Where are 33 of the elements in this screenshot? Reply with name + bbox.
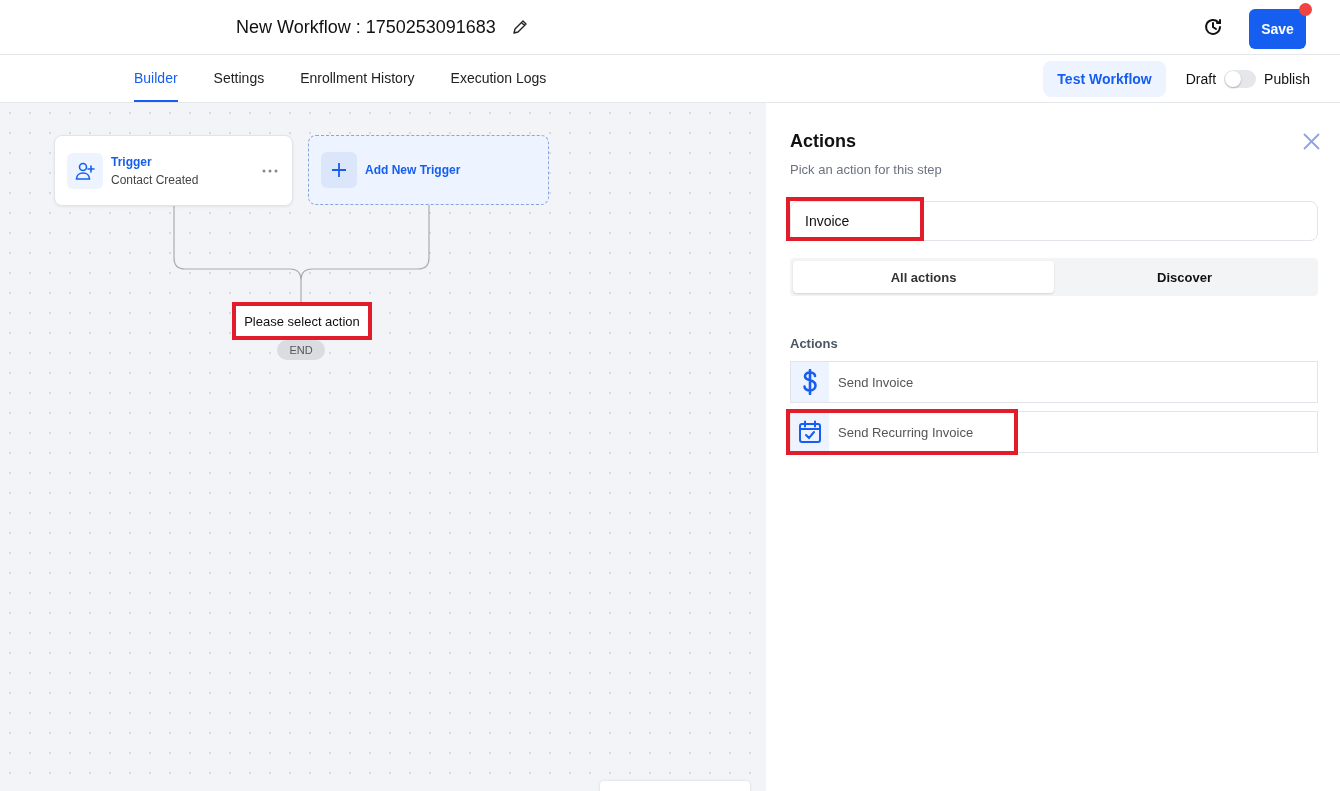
add-trigger-label: Add New Trigger: [365, 163, 461, 177]
segment-tab[interactable]: All actions: [793, 261, 1054, 293]
plus-icon: [332, 163, 346, 177]
section-title: Actions: [790, 336, 839, 351]
tab[interactable]: Enrollment History: [300, 55, 415, 102]
pencil-icon[interactable]: [511, 19, 528, 35]
action-label: Send Invoice: [838, 374, 914, 390]
segment-tab[interactable]: Discover: [1054, 261, 1315, 293]
tab[interactable]: Settings: [213, 55, 265, 102]
trigger-subtitle: Contact Created: [111, 172, 199, 187]
close-icon[interactable]: [1303, 133, 1320, 150]
action-item[interactable]: Send Invoice: [790, 361, 1318, 403]
action-label: Send Recurring Invoice: [838, 424, 974, 440]
dollar-icon: [803, 369, 817, 395]
test-workflow-button[interactable]: Test Workflow: [1043, 60, 1166, 97]
more-icon[interactable]: [262, 168, 278, 173]
history-icon[interactable]: [1203, 17, 1223, 37]
search-field[interactable]: Invoice: [790, 201, 1318, 241]
trigger-title: Trigger: [111, 154, 153, 169]
publish-label: Publish: [1264, 70, 1310, 87]
save-button[interactable]: Save: [1249, 8, 1306, 49]
publish-toggle[interactable]: [1224, 69, 1257, 88]
calendar-check-icon: [798, 420, 822, 444]
workflow-title: New Workflow : 1750253091683: [236, 16, 496, 38]
tab[interactable]: Execution Logs: [450, 55, 547, 102]
add-trigger-node[interactable]: Add New Trigger: [308, 135, 549, 205]
add-user-icon: [75, 160, 95, 181]
panel-subtitle: Pick an action for this step: [790, 162, 943, 177]
panel-title: Actions: [790, 131, 856, 152]
trigger-node[interactable]: Trigger Contact Created: [54, 135, 293, 206]
draft-label: Draft: [1185, 70, 1217, 87]
select-action-placeholder[interactable]: Please select action: [232, 302, 372, 340]
end-marker: END: [277, 340, 325, 360]
